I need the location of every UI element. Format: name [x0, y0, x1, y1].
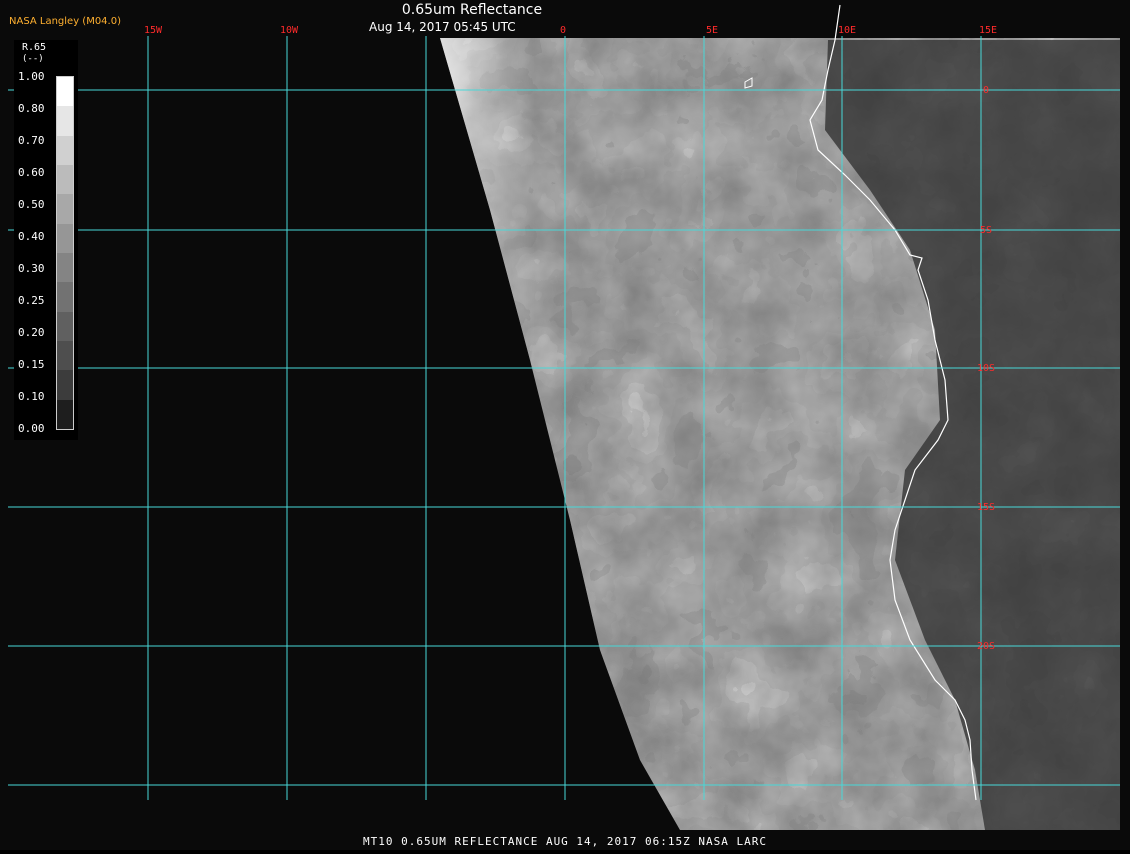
status-footer: MT10 0.65UM REFLECTANCE AUG 14, 2017 06:… [363, 835, 767, 848]
legend-tick-label: 0.30 [18, 262, 45, 275]
legend-tick-label: 0.50 [18, 198, 45, 211]
satellite-image[interactable]: 15W 10W 0 5E 10E 15E 0 5S 10S 15S 20S [0, 0, 1130, 850]
legend-tick-label: 0.15 [18, 358, 45, 371]
legend-color-step [57, 282, 73, 312]
legend-units: (--) [22, 54, 44, 64]
legend-color-step [57, 194, 73, 224]
longitude-label: 10E [838, 25, 856, 36]
legend-tick-label: 0.60 [18, 166, 45, 179]
latitude-label: 20S [977, 641, 995, 652]
latitude-label: 0 [983, 85, 989, 96]
legend-tick-label: 0.25 [18, 294, 45, 307]
legend-tick-label: 0.00 [18, 422, 45, 435]
longitude-label: 0 [560, 25, 566, 36]
longitude-label: 15W [144, 25, 163, 36]
legend-tick-label: 0.80 [18, 102, 45, 115]
latitude-label: 15S [977, 502, 995, 513]
legend-tick-label: 0.10 [18, 390, 45, 403]
legend-color-step [57, 340, 73, 371]
image-timestamp: Aug 14, 2017 05:45 UTC [369, 20, 516, 34]
longitude-label: 5E [706, 25, 718, 36]
legend-title: R.65 [22, 42, 47, 53]
legend-color-step [57, 164, 73, 195]
legend-color-step [57, 106, 73, 136]
legend-tick-label: 0.40 [18, 230, 45, 243]
legend-color-step [57, 370, 73, 400]
longitude-label: 15E [979, 25, 997, 36]
latitude-label: 5S [980, 225, 992, 236]
legend-tick-label: 0.70 [18, 134, 45, 147]
legend-color-step [57, 252, 73, 283]
legend-color-step [57, 223, 73, 253]
legend-color-step [57, 77, 73, 107]
legend-color-step [57, 135, 73, 165]
legend-color-step [57, 399, 73, 429]
legend-tick-label: 1.00 [18, 70, 45, 83]
legend-tick-label: 0.20 [18, 326, 45, 339]
legend-color-bar [56, 76, 74, 430]
legend-color-step [57, 311, 73, 341]
satellite-map-viewer[interactable]: 15W 10W 0 5E 10E 15E 0 5S 10S 15S 20S NASA Langley… [0, 0, 1130, 850]
image-title: 0.65um Reflectance [401, 2, 543, 18]
latitude-label: 10S [977, 363, 995, 374]
longitude-label: 10W [280, 25, 299, 36]
